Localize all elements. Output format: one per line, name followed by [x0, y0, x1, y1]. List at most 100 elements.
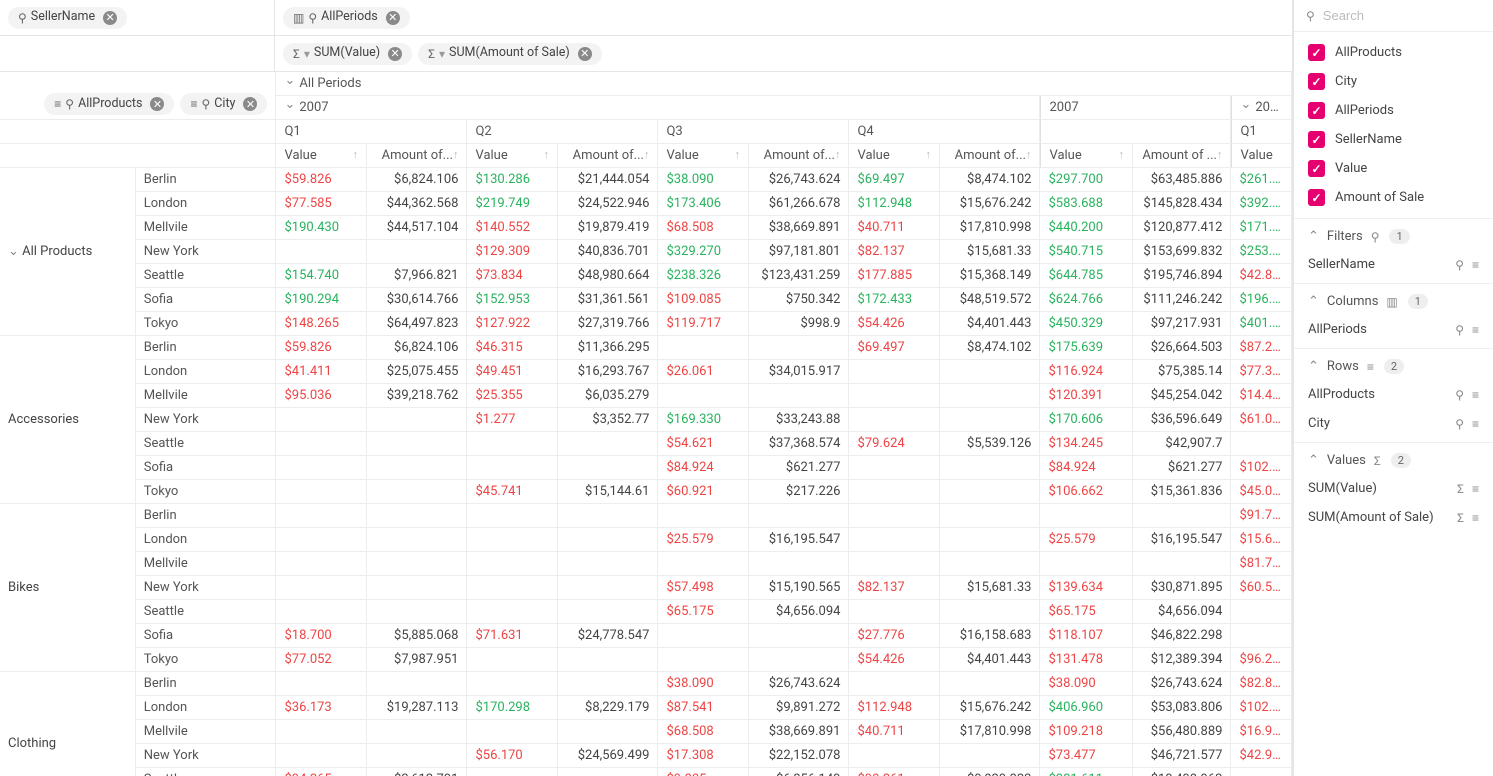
row-city[interactable]: Berlin — [136, 672, 277, 696]
row-city[interactable]: Berlin — [136, 336, 277, 360]
header-value[interactable]: Value — [1231, 144, 1292, 168]
table-row[interactable]: Mellvile$68.508$38,669.891$40.711$17,810… — [0, 720, 1292, 744]
table-row[interactable]: Seattle$65.175$4,656.094$65.175$4,656.09… — [0, 600, 1292, 624]
table-row[interactable]: Seattle$154.740$7,966.821$73.834$48,980.… — [0, 264, 1292, 288]
drag-handle-icon[interactable]: ≡ — [1472, 417, 1479, 431]
row-product[interactable]: ⌄ All Products — [0, 168, 136, 336]
chip-sum-amount[interactable]: Σ ▾ SUM(Amount of Sale) ✕ — [418, 43, 602, 65]
header-year-2007[interactable]: 2007 — [276, 96, 1040, 120]
row-city[interactable]: Mellvile — [136, 384, 277, 408]
table-row[interactable]: London$36.173$19,287.113$170.298$8,229.1… — [0, 696, 1292, 720]
row-city[interactable]: Tokyo — [136, 312, 277, 336]
table-row[interactable]: London$77.585$44,362.568$219.749$24,522.… — [0, 192, 1292, 216]
header-all-periods[interactable]: All Periods — [276, 72, 1292, 96]
drag-handle-icon[interactable]: ≡ — [1472, 388, 1479, 402]
filter-icon[interactable]: ⚲ — [1455, 258, 1464, 272]
drag-handle-icon[interactable]: ≡ — [1472, 482, 1479, 496]
sort-asc-icon[interactable]: ↑ — [644, 148, 650, 161]
checkbox-checked-icon[interactable]: ✓ — [1308, 189, 1325, 206]
chip-sellername[interactable]: ⚲ SellerName ✕ — [8, 7, 127, 29]
row-city[interactable]: New York — [136, 744, 277, 768]
table-row[interactable]: ⌄ All ProductsBerlin$59.826$6,824.106$13… — [0, 168, 1292, 192]
search-box[interactable]: ⚲ — [1294, 0, 1493, 32]
filter-icon[interactable]: ⚲ — [1455, 388, 1464, 402]
header-quarter[interactable]: Q3 — [658, 120, 849, 144]
section-header-rows[interactable]: Rows ≡ 2 — [1308, 359, 1479, 374]
drop-item[interactable]: AllPeriods ⚲ ≡ — [1308, 315, 1479, 344]
chip-allproducts[interactable]: ≡ ⚲ AllProducts ✕ — [44, 93, 174, 115]
table-row[interactable]: London$25.579$16,195.547$25.579$16,195.5… — [0, 528, 1292, 552]
drop-item[interactable]: SUM(Amount of Sale) Σ ≡ — [1308, 503, 1479, 532]
header-year-2008[interactable]: 2008 — [1231, 96, 1292, 120]
filter-icon[interactable]: ⚲ — [1455, 417, 1464, 431]
field-row[interactable]: ✓ Amount of Sale — [1294, 183, 1493, 212]
chip-remove-icon[interactable]: ✕ — [150, 97, 164, 111]
sort-asc-icon[interactable]: ↑ — [1118, 148, 1124, 161]
row-product[interactable]: Bikes — [0, 504, 136, 672]
table-row[interactable]: Seattle$54.621$37,368.574$79.624$5,539.1… — [0, 432, 1292, 456]
table-row[interactable]: Mellvile$190.430$44,517.104$140.552$19,8… — [0, 216, 1292, 240]
row-city[interactable]: Seattle — [136, 600, 277, 624]
checkbox-checked-icon[interactable]: ✓ — [1308, 102, 1325, 119]
table-row[interactable]: Sofia$84.924$621.277$84.924$621.277$102.… — [0, 456, 1292, 480]
table-row[interactable]: Sofia$190.294$30,614.766$152.953$31,361.… — [0, 288, 1292, 312]
section-header-filters[interactable]: Filters ⚲ 1 — [1308, 229, 1479, 244]
sigma-icon[interactable]: Σ — [1457, 511, 1464, 525]
chip-remove-icon[interactable]: ✕ — [243, 97, 257, 111]
table-row[interactable]: ClothingBerlin$38.090$26,743.624$38.090$… — [0, 672, 1292, 696]
section-header-columns[interactable]: Columns ▥ 1 — [1308, 294, 1479, 309]
header-quarter[interactable]: Q1 — [1231, 120, 1292, 144]
row-city[interactable]: London — [136, 192, 277, 216]
sigma-icon[interactable]: Σ — [1457, 482, 1464, 496]
chip-remove-icon[interactable]: ✕ — [388, 47, 402, 61]
row-city[interactable]: Seattle — [136, 768, 277, 776]
row-city[interactable]: Berlin — [136, 504, 277, 528]
table-row[interactable]: Tokyo$77.052$7,987.951$54.426$4,401.443$… — [0, 648, 1292, 672]
header-amount[interactable]: Amount of...↑ — [749, 144, 850, 168]
sort-asc-icon[interactable]: ↑ — [835, 148, 841, 161]
field-row[interactable]: ✓ SellerName — [1294, 125, 1493, 154]
checkbox-checked-icon[interactable]: ✓ — [1308, 160, 1325, 177]
table-row[interactable]: Tokyo$45.741$15,144.61$60.921$217.226$10… — [0, 480, 1292, 504]
sort-asc-icon[interactable]: ↑ — [1026, 148, 1032, 161]
checkbox-checked-icon[interactable]: ✓ — [1308, 131, 1325, 148]
table-row[interactable]: London$41.411$25,075.455$49.451$16,293.7… — [0, 360, 1292, 384]
field-row[interactable]: ✓ City — [1294, 67, 1493, 96]
header-quarter[interactable]: Q1 — [276, 120, 467, 144]
row-city[interactable]: Mellvile — [136, 552, 277, 576]
dropdown-icon[interactable]: ▾ — [439, 48, 445, 60]
sort-asc-icon[interactable]: ↑ — [734, 148, 740, 161]
table-row[interactable]: Sofia$18.700$5,885.068$71.631$24,778.547… — [0, 624, 1292, 648]
field-row[interactable]: ✓ Value — [1294, 154, 1493, 183]
row-product[interactable]: Clothing — [0, 672, 136, 776]
header-value[interactable]: Value↑ — [276, 144, 366, 168]
sort-asc-icon[interactable]: ↑ — [453, 148, 459, 161]
row-city[interactable]: London — [136, 696, 277, 720]
table-row[interactable]: Tokyo$148.265$64,497.823$127.922$27,319.… — [0, 312, 1292, 336]
chip-city[interactable]: ≡ ⚲ City ✕ — [180, 93, 267, 115]
sort-asc-icon[interactable]: ↑ — [543, 148, 549, 161]
row-city[interactable]: New York — [136, 240, 277, 264]
row-city[interactable]: Mellvile — [136, 216, 277, 240]
row-city[interactable]: London — [136, 528, 277, 552]
checkbox-checked-icon[interactable]: ✓ — [1308, 73, 1325, 90]
drop-item[interactable]: AllProducts ⚲ ≡ — [1308, 380, 1479, 409]
table-row[interactable]: BikesBerlin$91.715 — [0, 504, 1292, 528]
table-row[interactable]: AccessoriesBerlin$59.826$6,824.106$46.31… — [0, 336, 1292, 360]
drop-item[interactable]: SUM(Value) Σ ≡ — [1308, 474, 1479, 503]
row-city[interactable]: Seattle — [136, 432, 277, 456]
header-value[interactable]: Value↑ — [658, 144, 748, 168]
filter-icon[interactable]: ⚲ — [1455, 323, 1464, 337]
filters-drop-zone[interactable]: ⚲ SellerName ✕ — [0, 0, 275, 35]
header-year-2007-total[interactable]: 2007 — [1040, 96, 1231, 120]
chip-sum-value[interactable]: Σ ▾ SUM(Value) ✕ — [283, 43, 412, 65]
sort-asc-icon[interactable]: ↑ — [352, 148, 358, 161]
search-input[interactable] — [1323, 8, 1493, 23]
table-row[interactable]: Mellvile$81.740 — [0, 552, 1292, 576]
drop-item[interactable]: City ⚲ ≡ — [1308, 409, 1479, 438]
table-row[interactable]: Seattle$94.265$3,613.791$9.085$6,056.149… — [0, 768, 1292, 776]
pivot-grid-scroll[interactable]: ≡ ⚲ AllProducts ✕ ≡ ⚲ City ✕ — [0, 72, 1292, 776]
chip-remove-icon[interactable]: ✕ — [578, 47, 592, 61]
table-row[interactable]: New York$129.309$40,836.701$329.270$97,1… — [0, 240, 1292, 264]
header-amount[interactable]: Amount of...↑ — [940, 144, 1041, 168]
